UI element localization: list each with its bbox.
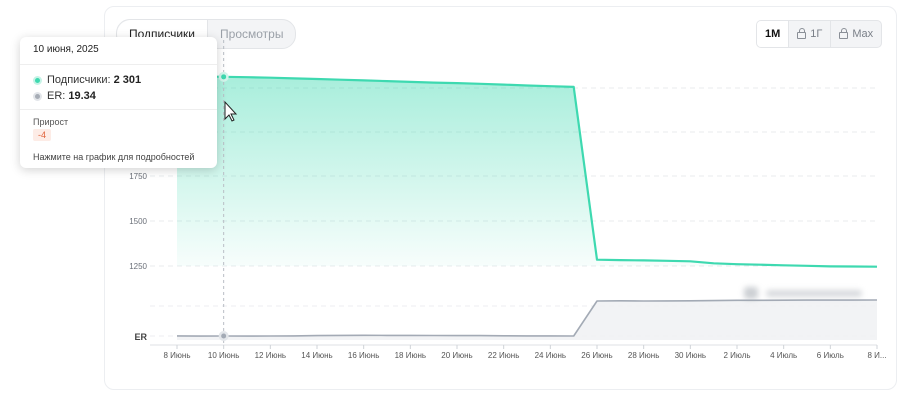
x-tick-label: 26 Июнь	[581, 351, 612, 360]
x-tick-label: 12 Июнь	[255, 351, 286, 360]
x-tick-label: 24 Июнь	[535, 351, 566, 360]
tooltip-growth-title: Прирост	[33, 117, 69, 127]
subscribers-legend-dot-icon	[33, 75, 42, 85]
x-tick-label: 16 Июнь	[348, 351, 379, 360]
er-legend-dot-icon	[33, 91, 42, 101]
tooltip-date: 10 июня, 2025	[20, 37, 217, 65]
x-tick-label: 2 Июль	[723, 351, 750, 360]
tooltip-hint: Нажмите на график для подробностей	[33, 152, 195, 162]
er-area	[177, 300, 877, 340]
chart-tooltip: 10 июня, 2025 Подписчики: 2 301 ER: 19.3…	[20, 37, 217, 168]
tooltip-subscribers-label: Подписчики:	[47, 74, 111, 86]
y-tick-label: 1750	[129, 172, 147, 181]
y-tick-label: 1500	[129, 217, 147, 226]
x-tick-label: 10 Июнь	[208, 351, 239, 360]
tooltip-row-er: ER: 19.34	[20, 89, 217, 103]
x-tick-label: 14 Июнь	[301, 351, 332, 360]
er-hover-point	[221, 333, 227, 339]
y-tick-label: 1250	[129, 262, 147, 271]
x-tick-label: 4 Июль	[770, 351, 797, 360]
subscribers-area	[177, 76, 877, 267]
watermark-logo	[740, 283, 870, 303]
subscribers-hover-point	[221, 74, 227, 80]
tooltip-growth-value: -4	[33, 129, 52, 141]
tooltip-row-subscribers: Подписчики: 2 301	[20, 73, 217, 87]
x-tick-label: 18 Июнь	[395, 351, 426, 360]
x-tick-label: 6 Июль	[817, 351, 844, 360]
er-axis-label: ER	[134, 332, 147, 342]
x-tick-label: 30 Июнь	[675, 351, 706, 360]
tooltip-subscribers-value: 2 301	[113, 74, 142, 86]
x-tick-label: 20 Июнь	[441, 351, 472, 360]
x-tick-label: 8 Июнь	[163, 351, 190, 360]
tooltip-er-label: ER:	[47, 90, 66, 102]
x-tick-label: 28 Июнь	[628, 351, 659, 360]
tooltip-er-value: 19.34	[68, 90, 96, 102]
x-tick-label: 22 Июнь	[488, 351, 519, 360]
x-tick-label: 8 И...	[867, 351, 886, 360]
